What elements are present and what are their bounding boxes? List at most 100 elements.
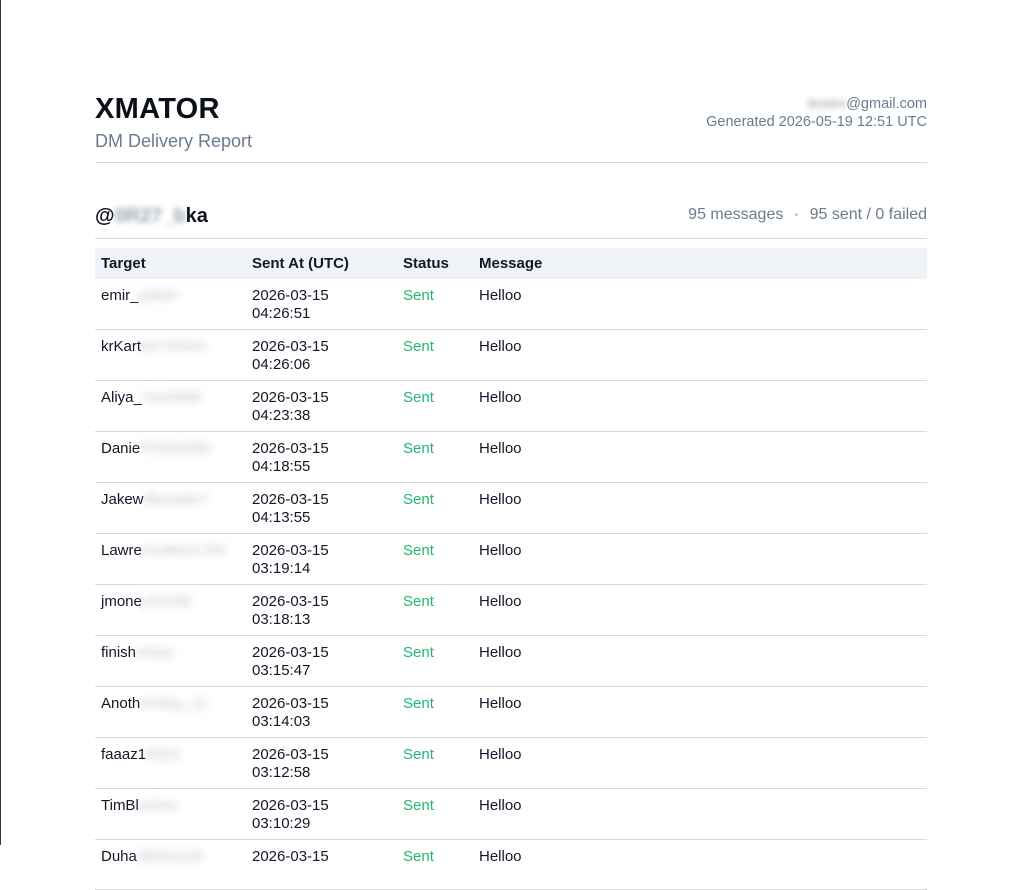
message-cell: Helloo (473, 788, 927, 840)
status-cell: Sent (397, 380, 473, 432)
sent-date: 2026-03-15 (252, 746, 329, 763)
email-domain: @gmail.com (846, 96, 927, 112)
target-redacted: y22336 (141, 593, 192, 610)
target-cell: Duha06931118 (95, 839, 246, 890)
target-redacted: 8322 (146, 746, 180, 763)
status-cell: Sent (397, 839, 473, 890)
sent-time: 04:18:55 (252, 458, 311, 475)
sent-date: 2026-03-15 (252, 338, 329, 355)
table-row: TimBlackes 2026-03-15 03:10:29 Sent Helloo (95, 788, 927, 840)
message-cell: Helloo (473, 635, 927, 687)
account-section: @0R27_bka 95 messages · 95 sent / 0 fail… (95, 163, 927, 239)
table-row: Duha06931118 2026-03-15 Sent Helloo (95, 839, 927, 890)
target-name: Anoth (101, 695, 141, 712)
sent-date: 2026-03-15 (252, 440, 329, 457)
sent-at-cell: 2026-03-15 04:26:06 (246, 329, 397, 381)
target-name: jmone (101, 593, 142, 610)
status-cell: Sent (397, 279, 473, 330)
sent-at-cell: 2026-03-15 03:18:13 (246, 584, 397, 636)
sent-time: 03:18:13 (252, 611, 311, 628)
target-cell: AnotherWay_11 (95, 686, 246, 738)
message-cell: Helloo (473, 584, 927, 636)
target-cell: emir_pdwin (95, 279, 246, 330)
delivery-summary: 95 messages · 95 sent / 0 failed (688, 206, 927, 224)
table-row: jmoney22336 2026-03-15 03:18:13 Sent Helloo (95, 584, 927, 636)
table-header-row: Target Sent At (UTC) Status Message (95, 248, 927, 279)
sent-time: 04:26:06 (252, 356, 311, 373)
column-header-message: Message (479, 255, 543, 272)
message-cell: Helloo (473, 431, 927, 483)
email-redacted: testes (807, 96, 847, 112)
message-count: 95 messages (688, 206, 784, 223)
report-meta: testes@gmail.com Generated 2026-05-19 12… (706, 95, 927, 131)
sent-time: 04:26:51 (252, 305, 311, 322)
target-name: Duha (101, 848, 137, 865)
column-header-sent-at: Sent At (UTC) (252, 255, 349, 272)
sent-date: 2026-03-15 (252, 491, 329, 508)
sent-at-cell: 2026-03-15 (246, 839, 397, 890)
status-cell: Sent (397, 329, 473, 381)
status-cell: Sent (397, 482, 473, 534)
report-page: XMATOR DM Delivery Report testes@gmail.c… (95, 0, 927, 890)
target-redacted: a1729941 (141, 338, 208, 355)
table-row: krKarta1729941 2026-03-15 04:26:06 Sent Hell… (95, 329, 927, 381)
table-row: Daniel7533445b 2026-03-15 04:18:55 Sent Hell… (95, 431, 927, 483)
target-name: TimBl (101, 797, 139, 814)
sent-time: 03:15:47 (252, 662, 311, 679)
table-row: finishersee 2026-03-15 03:15:47 Sent Helloo (95, 635, 927, 687)
account-handle: @0R27_bka (95, 205, 208, 228)
status-cell: Sent (397, 635, 473, 687)
sent-at-cell: 2026-03-15 03:15:47 (246, 635, 397, 687)
target-redacted: erWay_11 (140, 695, 207, 712)
message-cell: Helloo (473, 380, 927, 432)
target-redacted: l7533445b (140, 440, 211, 457)
target-redacted: ackes (138, 797, 178, 814)
delivery-table: Target Sent At (UTC) Status Message emir… (95, 248, 927, 890)
target-redacted: nceBe21794 (141, 542, 227, 559)
target-name: Lawre (101, 542, 142, 559)
sent-date: 2026-03-15 (252, 644, 329, 661)
target-cell: Jakewillounder7 (95, 482, 246, 534)
target-cell: TimBlackes (95, 788, 246, 840)
sent-date: 2026-03-15 (252, 797, 329, 814)
target-cell: finishersee (95, 635, 246, 687)
sent-date: 2026-03-15 (252, 287, 329, 304)
message-cell: Helloo (473, 533, 927, 585)
sent-date: 2026-03-15 (252, 542, 329, 559)
target-name: faaaz1 (101, 746, 147, 763)
column-header-target: Target (101, 255, 146, 272)
status-cell: Sent (397, 737, 473, 789)
handle-prefix: @ (95, 205, 115, 227)
target-cell: Daniel7533445b (95, 431, 246, 483)
target-name: krKart (101, 338, 142, 355)
handle-suffix: ka (185, 205, 208, 227)
target-redacted: Yoo0999 (141, 389, 201, 406)
sent-at-cell: 2026-03-15 04:18:55 (246, 431, 397, 483)
report-header: XMATOR DM Delivery Report testes@gmail.c… (95, 0, 927, 163)
sent-date: 2026-03-15 (252, 389, 329, 406)
window-edge (0, 0, 1, 845)
message-cell: Helloo (473, 329, 927, 381)
target-cell: Aliya_Yoo0999 (95, 380, 246, 432)
target-redacted: 06931118 (136, 848, 202, 865)
target-name: Danie (101, 440, 141, 457)
sent-time: 03:10:29 (252, 815, 311, 832)
sent-at-cell: 2026-03-15 03:14:03 (246, 686, 397, 738)
table-row: emir_pdwin 2026-03-15 04:26:51 Sent Helloo (95, 279, 927, 330)
sent-date: 2026-03-15 (252, 848, 329, 865)
summary-separator: · (793, 206, 800, 223)
target-name: Jakew (101, 491, 144, 508)
status-cell: Sent (397, 584, 473, 636)
sent-time: 03:19:14 (252, 560, 311, 577)
sent-at-cell: 2026-03-15 03:10:29 (246, 788, 397, 840)
target-name: Aliya_ (101, 389, 142, 406)
sent-date: 2026-03-15 (252, 593, 329, 610)
brand-title: XMATOR (95, 93, 220, 125)
status-cell: Sent (397, 788, 473, 840)
sent-at-cell: 2026-03-15 04:26:51 (246, 279, 397, 330)
table-row: LawrenceBe21794 2026-03-15 03:19:14 Sent Hel… (95, 533, 927, 585)
target-cell: jmoney22336 (95, 584, 246, 636)
target-redacted: ersee (136, 644, 174, 661)
sent-at-cell: 2026-03-15 04:13:55 (246, 482, 397, 534)
sent-failed-count: 95 sent / 0 failed (809, 206, 927, 223)
